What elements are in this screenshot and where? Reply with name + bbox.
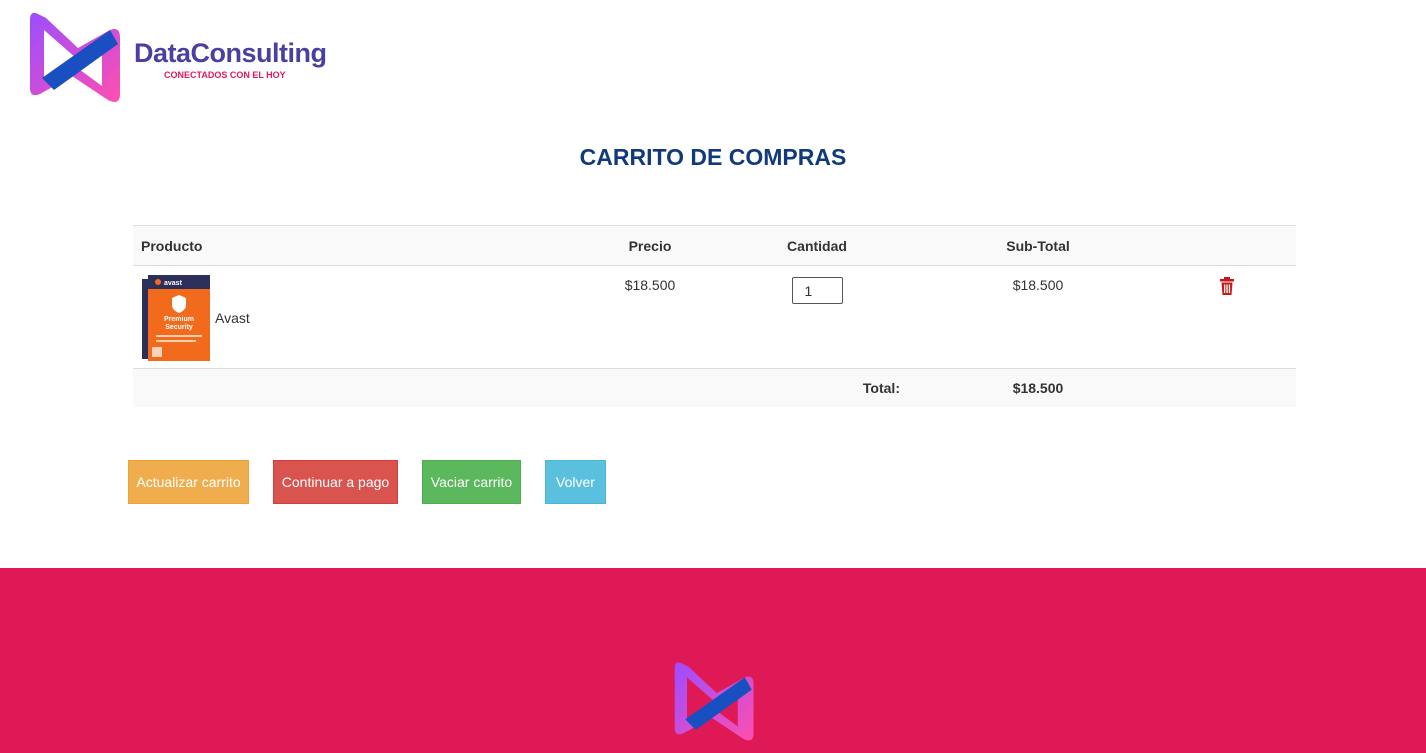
continue-to-payment-button[interactable]: Continuar a pago — [273, 460, 398, 504]
table-header-row: Producto Precio Cantidad Sub-Total — [133, 225, 1296, 266]
header-actions — [1158, 225, 1296, 266]
back-button[interactable]: Volver — [545, 460, 606, 504]
product-name: Avast — [215, 310, 250, 326]
svg-text:avast: avast — [164, 280, 183, 287]
dataconsulting-logo-icon[interactable] — [28, 8, 124, 106]
product-price: $18.500 — [584, 265, 716, 369]
total-label: Total: — [716, 368, 918, 407]
cart-table: Producto Precio Cantidad Sub-Total avast — [133, 225, 1296, 407]
empty-cart-button[interactable]: Vaciar carrito — [422, 460, 521, 504]
update-cart-button[interactable]: Actualizar carrito — [128, 460, 249, 504]
page-title: CARRITO DE COMPRAS — [579, 144, 847, 170]
delete-cell — [1158, 265, 1296, 369]
header-product: Producto — [133, 225, 584, 266]
site-footer — [0, 568, 1426, 753]
brand-name: DataConsulting — [134, 38, 327, 68]
svg-text:Premium: Premium — [164, 316, 194, 323]
table-row: avast Premium Security Avast $18.500 1 $… — [133, 265, 1296, 369]
svg-text:Security: Security — [165, 324, 193, 331]
header-subtotal: Sub-Total — [918, 225, 1158, 266]
quantity-cell — [716, 265, 918, 369]
total-row: Total: $18.500 — [133, 368, 1296, 407]
total-value: $18.500 — [918, 368, 1158, 407]
brand-tagline: CONECTADOS CON EL HOY — [164, 70, 286, 80]
trash-icon[interactable] — [1219, 277, 1235, 295]
header-quantity: Cantidad — [716, 225, 918, 266]
product-cell: avast Premium Security Avast — [133, 265, 584, 369]
avast-premium-security-box: avast Premium Security — [142, 275, 210, 361]
site-header: DataConsulting CONECTADOS CON EL HOY — [0, 0, 1426, 110]
header-price: Precio — [584, 225, 716, 266]
dataconsulting-logo-icon[interactable] — [673, 658, 757, 744]
quantity-input[interactable] — [791, 277, 843, 304]
product-subtotal: $18.500 — [918, 265, 1158, 369]
